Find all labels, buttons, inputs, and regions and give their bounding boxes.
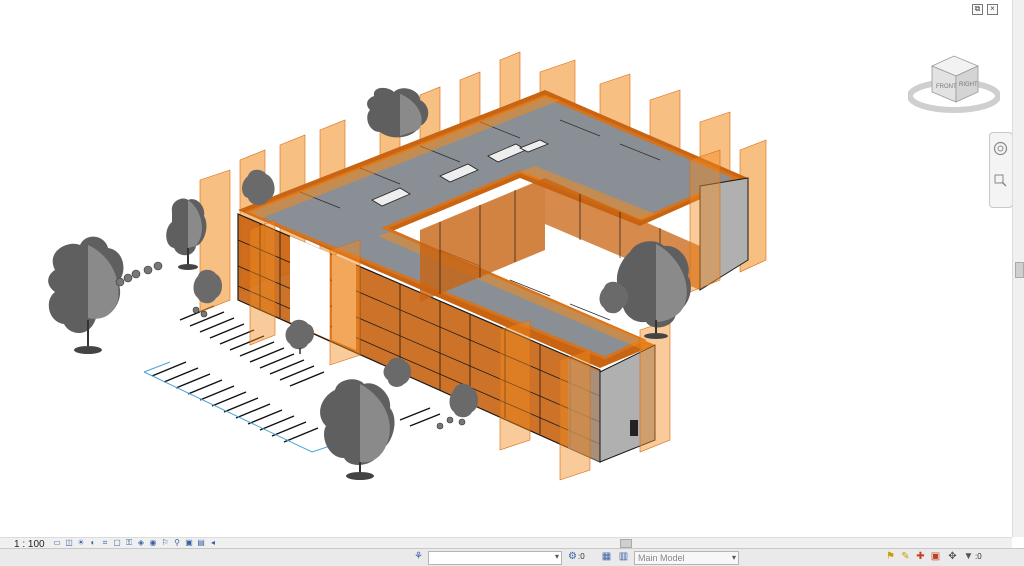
temp-hide-icon[interactable]: ◈ <box>136 538 146 547</box>
vertical-scroll-thumb[interactable] <box>1015 262 1024 278</box>
horizontal-scroll-thumb[interactable] <box>620 539 632 548</box>
link-select-icon[interactable]: ⚑ <box>884 551 897 563</box>
chevron-down-icon: ▾ <box>554 552 559 561</box>
sheet-icon[interactable]: ▭ <box>52 538 62 547</box>
unlock-3d-icon[interactable]: ⚿ <box>124 538 134 547</box>
viewcube-front-face[interactable]: FRONT <box>936 84 957 90</box>
design-option-dropdown[interactable]: Main Model ▾ <box>634 551 739 565</box>
reveal-hidden-icon[interactable]: ◉ <box>148 538 158 547</box>
viewcube-right-face[interactable]: RIGHT <box>959 82 978 88</box>
workset-dropdown[interactable]: ▾ <box>428 551 562 565</box>
building-model-3d[interactable] <box>0 0 1012 537</box>
tree <box>367 87 429 138</box>
worksharing-icon[interactable]: ⚐ <box>160 538 170 547</box>
analytical-icon[interactable]: ⚲ <box>172 538 182 547</box>
navigation-bar <box>989 132 1012 208</box>
crop-icon[interactable]: ⌗ <box>100 538 110 547</box>
zoom-icon[interactable] <box>993 173 1008 188</box>
tree <box>285 319 314 354</box>
filter-icon[interactable]: ▼ <box>962 551 975 563</box>
drag-select-icon[interactable]: ✥ <box>946 551 959 563</box>
view-control-bar: ▭ ◫ ☀ ◐ ⌗ ▢ ⚿ ◈ ◉ ⚐ ⚲ ▣ ▤ ◂ <box>52 537 218 548</box>
workset-icon[interactable]: ⚘ <box>412 551 425 563</box>
chevron-down-icon: ▾ <box>731 553 736 562</box>
reveal-constraints-icon[interactable]: ▤ <box>196 538 206 547</box>
steering-wheel-icon[interactable] <box>993 141 1008 156</box>
close-button[interactable]: × <box>987 4 998 15</box>
vertical-scrollbar[interactable] <box>1012 0 1024 537</box>
tree <box>616 241 691 339</box>
parking-curb <box>143 371 331 453</box>
design-options-icon[interactable]: ▦ <box>600 551 613 563</box>
window-controls: ⧉ × <box>972 4 998 15</box>
tree <box>48 236 124 354</box>
face-select-icon[interactable]: ▣ <box>929 551 942 563</box>
sun-path-icon[interactable]: ☀ <box>76 538 86 547</box>
status-bar: ⚘ ▾ ⚙ :0 ▦ ▥ Main Model ▾ ⚑ ✎ ✚ ▣ ✥ ▼ :0 <box>0 548 1024 566</box>
shadows-icon[interactable]: ◐ <box>88 538 98 547</box>
cube-icon[interactable]: ◫ <box>64 538 74 547</box>
filter-count: :0 <box>975 552 982 561</box>
restore-button[interactable]: ⧉ <box>972 4 983 15</box>
show-crop-icon[interactable]: ▢ <box>112 538 122 547</box>
pinned-select-icon[interactable]: ✚ <box>914 551 927 563</box>
exclude-options-icon[interactable]: ▥ <box>617 551 630 563</box>
viewcube[interactable]: FRONT RIGHT <box>907 52 1001 118</box>
sync-count: :0 <box>578 552 585 561</box>
3d-viewport[interactable]: ⧉ × FRONT RIGHT <box>0 0 1012 537</box>
tree <box>320 379 395 480</box>
highlight-icon[interactable]: ▣ <box>184 538 194 547</box>
underlay-select-icon[interactable]: ✎ <box>899 551 912 563</box>
arrow-icon[interactable]: ◂ <box>208 538 218 547</box>
